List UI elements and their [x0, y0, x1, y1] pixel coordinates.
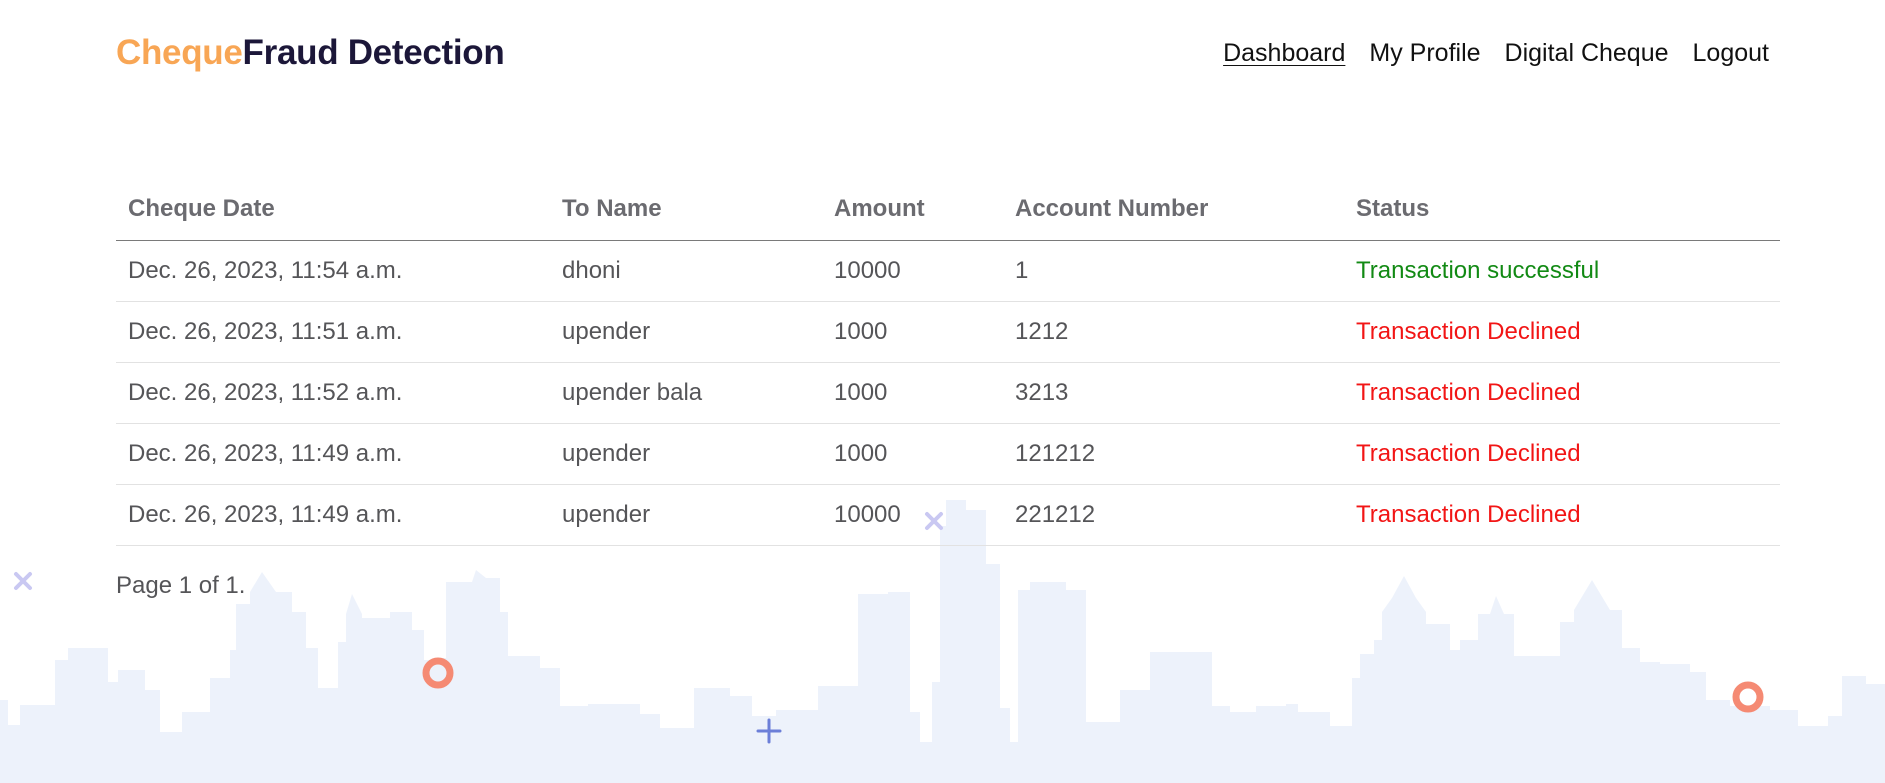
site-header: ChequeFraud Detection Dashboard My Profi… [116, 30, 1769, 76]
cell-cheque-date: Dec. 26, 2023, 11:51 a.m. [116, 301, 550, 363]
table-row: Dec. 26, 2023, 11:52 a.m. upender bala 1… [116, 362, 1780, 424]
cell-amount: 1000 [822, 301, 1003, 363]
cell-status: Transaction Declined [1344, 484, 1780, 546]
pagination-status: Page 1 of 1. [116, 572, 246, 599]
transactions-table: Cheque Date To Name Amount Account Numbe… [116, 178, 1780, 546]
cell-to-name: upender [550, 484, 822, 546]
cell-amount: 1000 [822, 423, 1003, 485]
table-row: Dec. 26, 2023, 11:49 a.m. upender 1000 1… [116, 423, 1780, 485]
nav-my-profile-link[interactable]: My Profile [1369, 30, 1480, 76]
cell-cheque-date: Dec. 26, 2023, 11:49 a.m. [116, 484, 550, 546]
nav-digital-cheque-link[interactable]: Digital Cheque [1505, 30, 1669, 76]
cell-account-number: 221212 [1003, 484, 1344, 546]
nav-dashboard-link[interactable]: Dashboard [1223, 30, 1345, 76]
nav-logout-link[interactable]: Logout [1693, 30, 1769, 76]
table-row: Dec. 26, 2023, 11:51 a.m. upender 1000 1… [116, 301, 1780, 363]
cell-to-name: upender bala [550, 362, 822, 424]
cell-status: Transaction Declined [1344, 362, 1780, 424]
ring-icon [1732, 681, 1764, 713]
cell-to-name: dhoni [550, 240, 822, 302]
main-nav: Dashboard My Profile Digital Cheque Logo… [1223, 30, 1769, 76]
cell-status: Transaction successful [1344, 240, 1780, 302]
column-header-status: Status [1344, 178, 1780, 241]
cell-account-number: 121212 [1003, 423, 1344, 485]
column-header-amount: Amount [822, 178, 1003, 241]
cross-icon [14, 572, 32, 590]
transactions-table-container: Cheque Date To Name Amount Account Numbe… [116, 178, 1780, 546]
table-header-row: Cheque Date To Name Amount Account Numbe… [116, 178, 1780, 241]
brand-main-text: Fraud Detection [242, 33, 505, 72]
cell-account-number: 1 [1003, 240, 1344, 302]
cell-status: Transaction Declined [1344, 301, 1780, 363]
column-header-to-name: To Name [550, 178, 822, 241]
column-header-account-number: Account Number [1003, 178, 1344, 241]
cell-to-name: upender [550, 301, 822, 363]
cell-amount: 1000 [822, 362, 1003, 424]
cell-amount: 10000 [822, 240, 1003, 302]
table-row: Dec. 26, 2023, 11:49 a.m. upender 10000 … [116, 484, 1780, 546]
brand-accent-text: Cheque [116, 33, 243, 72]
cell-account-number: 1212 [1003, 301, 1344, 363]
cell-cheque-date: Dec. 26, 2023, 11:52 a.m. [116, 362, 550, 424]
column-header-cheque-date: Cheque Date [116, 178, 550, 241]
cell-account-number: 3213 [1003, 362, 1344, 424]
cell-amount: 10000 [822, 484, 1003, 546]
cell-status: Transaction Declined [1344, 423, 1780, 485]
cell-cheque-date: Dec. 26, 2023, 11:54 a.m. [116, 240, 550, 302]
cell-to-name: upender [550, 423, 822, 485]
cell-cheque-date: Dec. 26, 2023, 11:49 a.m. [116, 423, 550, 485]
table-row: Dec. 26, 2023, 11:54 a.m. dhoni 10000 1 … [116, 240, 1780, 302]
brand-logo[interactable]: ChequeFraud Detection [116, 30, 505, 76]
